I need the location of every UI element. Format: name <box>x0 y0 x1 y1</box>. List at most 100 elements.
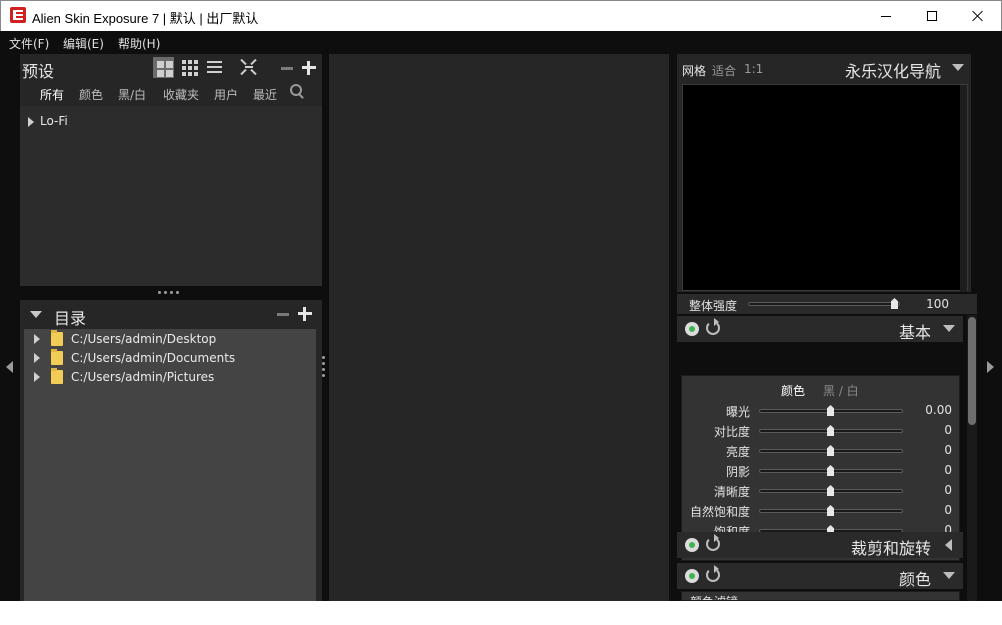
contrast-value[interactable]: 0 <box>912 423 952 437</box>
collapse-right-panel-icon[interactable] <box>987 361 994 373</box>
catalog-list: C:/Users/admin/Desktop C:/Users/admin/Do… <box>24 329 316 601</box>
collapse-catalog-icon[interactable] <box>30 311 42 318</box>
brightness-slider-thumb[interactable] <box>827 445 834 456</box>
vertical-splitter-grip-icon[interactable] <box>322 356 326 382</box>
exposure-value[interactable]: 0.00 <box>912 403 952 417</box>
overall-strength-row: 整体强度 100 <box>677 294 977 314</box>
catalog-title: 目录 <box>54 309 87 328</box>
navigator-scrollbar[interactable] <box>960 85 967 292</box>
navigator-title: 永乐汉化导航 <box>844 62 941 81</box>
brightness-label: 亮度 <box>725 445 750 459</box>
presets-header: 预设 <box>20 54 322 82</box>
basic-reset-icon[interactable] <box>706 318 720 335</box>
preset-group-lofi[interactable]: Lo-Fi <box>40 114 68 128</box>
basic-section-header[interactable]: 基本 <box>677 316 963 342</box>
menu-bar: 文件(F) 编辑(E) 帮助(H) <box>0 31 1002 53</box>
color-collapse-icon[interactable] <box>943 572 955 579</box>
brightness-value[interactable]: 0 <box>912 443 952 457</box>
contrast-slider-thumb[interactable] <box>827 425 834 436</box>
crop-expand-icon[interactable] <box>945 539 952 551</box>
basic-collapse-icon[interactable] <box>943 325 955 332</box>
expand-arrow-icon[interactable] <box>34 353 40 363</box>
tab-recent[interactable]: 最近 <box>253 86 277 103</box>
add-folder-button[interactable] <box>298 307 312 321</box>
strength-slider[interactable] <box>748 302 900 306</box>
remove-preset-button[interactable] <box>281 67 293 70</box>
folder-desktop[interactable]: C:/Users/admin/Desktop <box>71 332 216 346</box>
exposure-label: 曝光 <box>725 405 750 419</box>
color-reset-icon[interactable] <box>706 565 720 582</box>
basic-enable-toggle-icon[interactable] <box>685 322 699 336</box>
remove-folder-button[interactable] <box>277 313 289 316</box>
minimize-icon <box>881 15 891 17</box>
basic-tab-bw[interactable]: 黑 / 白 <box>823 382 859 399</box>
add-preset-button[interactable] <box>302 61 316 75</box>
shadows-slider-thumb[interactable] <box>827 465 834 476</box>
expand-arrow-icon[interactable] <box>34 372 40 382</box>
presets-panel: 预设 所有 颜色 黑/白 收藏夹 用户 最近 Lo-Fi <box>20 54 322 286</box>
minimize-button[interactable] <box>863 1 909 31</box>
exposure-slider-thumb[interactable] <box>827 405 834 416</box>
navigator-collapse-icon[interactable] <box>952 64 964 71</box>
strength-slider-thumb[interactable] <box>891 298 898 309</box>
preset-list: Lo-Fi <box>20 106 322 286</box>
strength-value[interactable]: 100 <box>907 297 949 311</box>
crop-section-header[interactable]: 裁剪和旋转 <box>677 532 963 558</box>
clarity-label: 清晰度 <box>713 485 750 499</box>
expand-arrow-icon[interactable] <box>28 117 34 127</box>
menu-edit[interactable]: 编辑(E) <box>63 35 104 52</box>
vibrance-value[interactable]: 0 <box>912 503 952 517</box>
one-to-one-zoom-button[interactable]: 1:1 <box>744 62 763 76</box>
tab-favorites[interactable]: 收藏夹 <box>163 86 199 103</box>
large-grid-view-button[interactable] <box>153 57 174 78</box>
menu-help[interactable]: 帮助(H) <box>118 35 160 52</box>
clarity-slider-thumb[interactable] <box>827 485 834 496</box>
folder-documents[interactable]: C:/Users/admin/Documents <box>71 351 235 365</box>
app-body: 文件(F) 编辑(E) 帮助(H) 预设 所有 颜色 黑/白 收藏夹 用户 最近… <box>0 31 1002 601</box>
menu-file[interactable]: 文件(F) <box>9 35 49 52</box>
catalog-header: 目录 <box>20 300 322 328</box>
window-bottom-edge <box>0 601 1002 625</box>
color-enable-toggle-icon[interactable] <box>685 569 699 583</box>
collapse-left-panel-icon[interactable] <box>6 361 13 373</box>
color-title: 颜色 <box>898 570 931 589</box>
crop-enable-toggle-icon[interactable] <box>685 538 699 552</box>
preset-tabs: 所有 颜色 黑/白 收藏夹 用户 最近 <box>20 84 322 106</box>
tab-color[interactable]: 颜色 <box>79 86 103 103</box>
vibrance-slider-thumb[interactable] <box>827 505 834 516</box>
basic-tab-color[interactable]: 颜色 <box>781 382 805 399</box>
navigator-preview[interactable] <box>682 84 968 292</box>
right-panel-scroll-thumb[interactable] <box>968 317 976 425</box>
color-filter-label: 颜色滤镜 <box>690 593 738 600</box>
folder-icon <box>51 349 63 365</box>
vibrance-label: 自然饱和度 <box>689 505 750 519</box>
right-panel-scrollbar[interactable] <box>967 315 977 601</box>
folder-pictures[interactable]: C:/Users/admin/Pictures <box>71 370 214 384</box>
tab-bw[interactable]: 黑/白 <box>118 86 146 103</box>
panel-splitter[interactable] <box>20 286 322 300</box>
grid-toggle[interactable]: 网格 <box>682 62 706 79</box>
list-view-button[interactable] <box>204 57 225 78</box>
tab-all[interactable]: 所有 <box>40 86 64 103</box>
collapse-all-icon[interactable] <box>240 58 258 76</box>
maximize-button[interactable] <box>909 1 955 31</box>
contrast-label: 对比度 <box>713 425 750 439</box>
color-section-header[interactable]: 颜色 <box>677 563 963 589</box>
close-button[interactable] <box>955 1 1001 31</box>
splitter-grip-icon <box>158 291 184 294</box>
folder-icon <box>51 368 63 384</box>
basic-title: 基本 <box>898 323 931 342</box>
tab-user[interactable]: 用户 <box>214 86 238 103</box>
search-icon[interactable] <box>290 84 304 98</box>
strength-label: 整体强度 <box>689 299 738 313</box>
crop-reset-icon[interactable] <box>706 534 720 551</box>
fit-zoom-button[interactable]: 适合 <box>712 62 736 79</box>
title-bar: Alien Skin Exposure 7 | 默认 | 出厂默认 <box>0 0 1002 31</box>
shadows-value[interactable]: 0 <box>912 463 952 477</box>
small-grid-view-button[interactable] <box>178 57 199 78</box>
clarity-value[interactable]: 0 <box>912 483 952 497</box>
expand-arrow-icon[interactable] <box>34 334 40 344</box>
shadows-label: 阴影 <box>725 465 750 479</box>
image-canvas[interactable] <box>329 54 669 601</box>
close-icon <box>972 10 984 22</box>
